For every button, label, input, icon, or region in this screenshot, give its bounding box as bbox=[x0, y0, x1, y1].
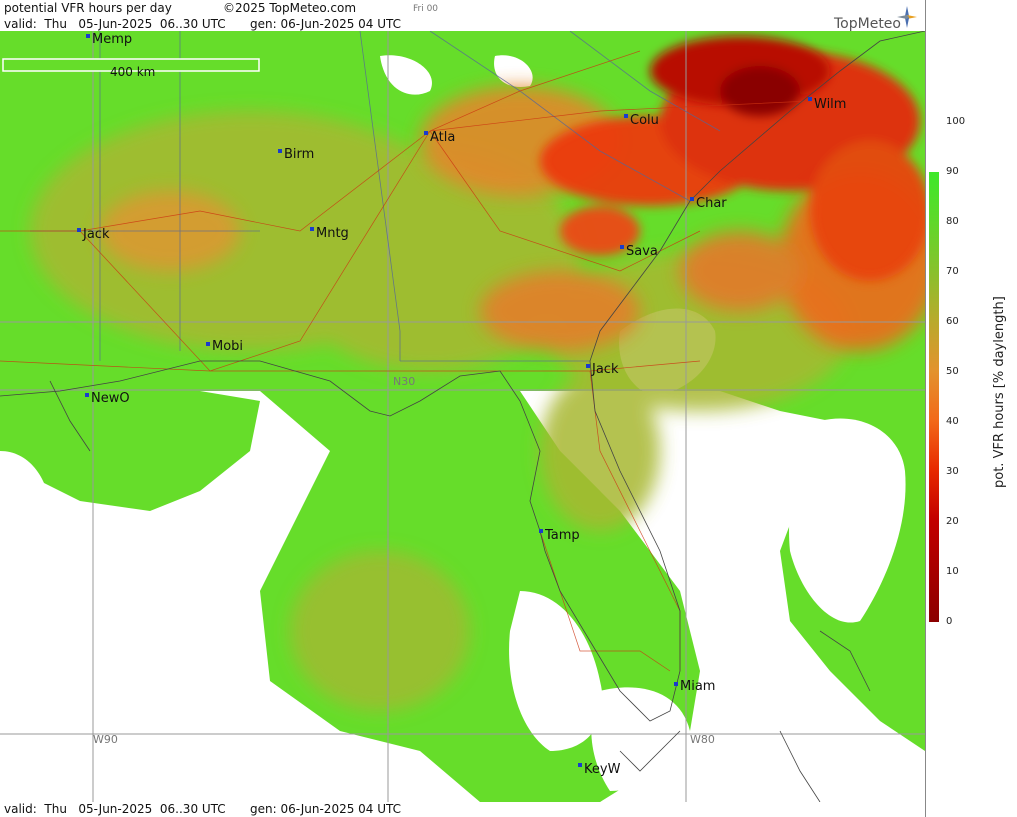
city-label-newo: NewO bbox=[91, 391, 130, 406]
legend-tick: 90 bbox=[946, 166, 959, 177]
product-title: potential VFR hours per day bbox=[4, 1, 172, 15]
city-label-sava: Sava bbox=[626, 244, 658, 259]
city-label-mntg: Mntg bbox=[316, 226, 349, 241]
city-marker bbox=[206, 342, 210, 346]
city-label-jack-ms: Jack bbox=[82, 227, 110, 242]
lon-label-w90: W90 bbox=[93, 733, 118, 746]
city-marker bbox=[624, 114, 628, 118]
city-label-char: Char bbox=[696, 196, 727, 211]
city-label-colu: Colu bbox=[630, 113, 659, 128]
scale-bar-label: 400 km bbox=[110, 65, 155, 79]
vfr-map[interactable]: 400 km N30 W90 W80 Memp Wilm Colu Atla B… bbox=[0, 31, 925, 802]
run-label: Fri 00 bbox=[413, 4, 439, 14]
city-marker bbox=[77, 228, 81, 232]
generation-time: gen: 06-Jun-2025 04 UTC bbox=[250, 17, 402, 31]
city-marker bbox=[620, 245, 624, 249]
legend-tick: 0 bbox=[946, 616, 953, 627]
copyright-text: ©2025 TopMeteo.com bbox=[223, 1, 357, 15]
valid-time: valid: Thu 05-Jun-2025 06..30 UTC bbox=[4, 17, 226, 31]
city-marker bbox=[85, 393, 89, 397]
city-label-birm: Birm bbox=[284, 147, 314, 162]
city-marker bbox=[674, 682, 678, 686]
city-label-keyw: KeyW bbox=[584, 762, 621, 777]
legend-tick: 50 bbox=[946, 366, 959, 377]
city-marker bbox=[424, 131, 428, 135]
city-label-wilm: Wilm bbox=[814, 97, 846, 112]
city-label-memp: Memp bbox=[92, 32, 132, 47]
lat-label-n30: N30 bbox=[393, 375, 415, 388]
city-marker bbox=[86, 34, 90, 38]
footer-generation-time: gen: 06-Jun-2025 04 UTC bbox=[250, 802, 402, 816]
legend-tick: 10 bbox=[946, 566, 959, 577]
legend-tick: 70 bbox=[946, 266, 959, 277]
legend-title: pot. VFR hours [% daylength] bbox=[992, 296, 1007, 488]
city-label-mobi: Mobi bbox=[212, 339, 243, 354]
city-marker bbox=[808, 97, 812, 101]
city-label-atla: Atla bbox=[430, 130, 455, 145]
city-marker bbox=[539, 529, 543, 533]
footer-valid-time: valid: Thu 05-Jun-2025 06..30 UTC bbox=[4, 802, 226, 816]
legend-tick: 20 bbox=[946, 516, 959, 527]
map-canvas: 400 km N30 W90 W80 Memp Wilm Colu Atla B… bbox=[0, 31, 925, 802]
legend-colorbar bbox=[929, 172, 939, 622]
city-marker bbox=[586, 364, 590, 368]
compass-logo-icon bbox=[897, 6, 917, 28]
legend-tick: 100 bbox=[946, 116, 966, 127]
city-label-tamp: Tamp bbox=[544, 528, 580, 543]
city-marker bbox=[310, 227, 314, 231]
city-label-miam: Miam bbox=[680, 679, 715, 694]
city-label-jack-fl: Jack bbox=[591, 362, 619, 377]
lon-label-w80: W80 bbox=[690, 733, 715, 746]
legend-tick: 30 bbox=[946, 466, 959, 477]
legend-tick: 80 bbox=[946, 216, 959, 227]
legend-tick: 40 bbox=[946, 416, 959, 427]
city-marker bbox=[578, 763, 582, 767]
footer-bar: valid: Thu 05-Jun-2025 06..30 UTC gen: 0… bbox=[0, 802, 925, 817]
city-marker bbox=[278, 149, 282, 153]
city-marker bbox=[690, 197, 694, 201]
legend-tick: 60 bbox=[946, 316, 959, 327]
topmeteo-logo: TopMeteo bbox=[834, 16, 901, 32]
